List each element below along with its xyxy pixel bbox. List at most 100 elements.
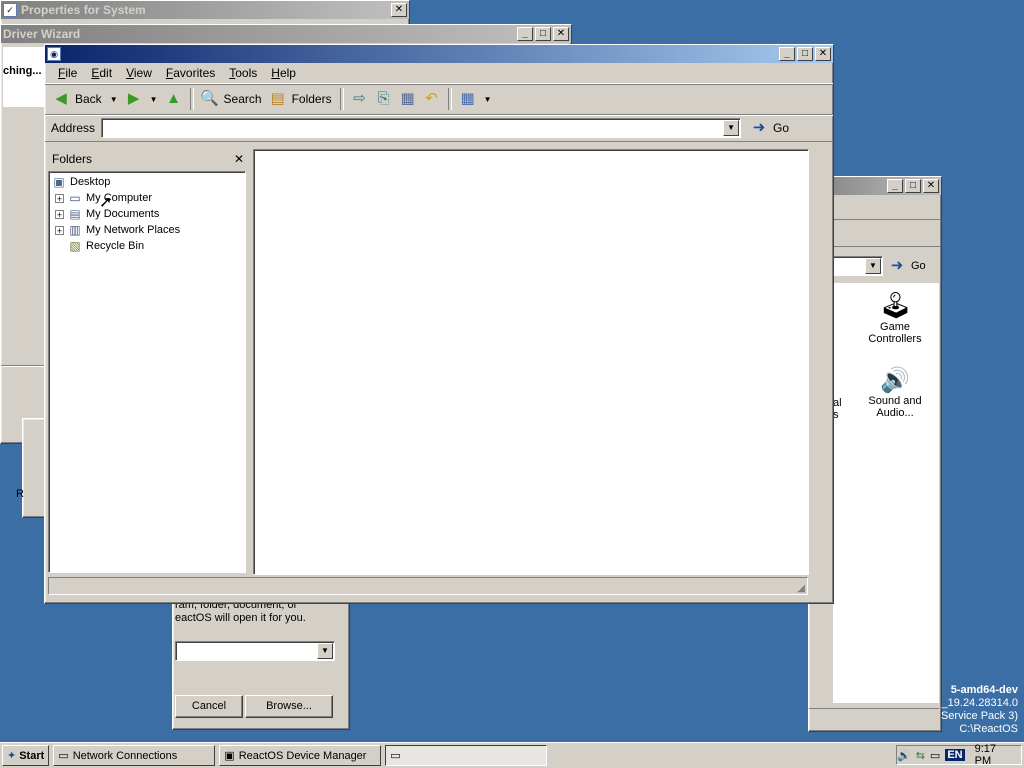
driver-wizard-maximize-button[interactable]: □	[535, 27, 551, 41]
volume-icon[interactable]: 🔊	[897, 749, 911, 762]
network-tray-icon[interactable]: ⇆	[916, 749, 925, 762]
back-button[interactable]: ◀ Back	[51, 89, 102, 109]
browse-button[interactable]: Browse...	[245, 695, 333, 718]
back-label: Back	[75, 92, 102, 106]
status-bar: ◢	[48, 577, 808, 595]
control-panel-content: 🕹 Game Controllers 🔊 Sound and Audio... …	[833, 283, 939, 703]
tree-item-recycle-bin[interactable]: ▧ Recycle Bin	[67, 238, 144, 254]
tree-label: My Documents	[86, 208, 160, 220]
driver-wizard-close-button[interactable]: ✕	[553, 27, 569, 41]
go-label[interactable]: Go	[773, 121, 789, 135]
explorer-minimize-button[interactable]: _	[779, 47, 795, 61]
taskbar: ✦ Start ▭ Network Connections ▣ ReactOS …	[0, 742, 1024, 768]
toolbar-separator	[189, 88, 194, 110]
taskbar-device-manager[interactable]: ▣ ReactOS Device Manager	[219, 745, 382, 766]
toolbar-separator	[447, 88, 452, 110]
folders-label: Folders	[291, 92, 332, 106]
move-to-icon[interactable]: ⇨	[350, 89, 370, 109]
explorer-close-button[interactable]: ✕	[815, 47, 831, 61]
start-label: Start	[19, 749, 45, 762]
language-indicator[interactable]: EN	[945, 749, 965, 761]
copy-to-icon[interactable]: ⎘	[374, 89, 394, 109]
forward-dropdown-icon[interactable]: ▼	[150, 95, 158, 104]
explorer-window-icon: ◉	[47, 47, 61, 61]
control-panel-statusbar	[809, 708, 939, 727]
taskbar-button-label: ReactOS Device Manager	[238, 749, 367, 762]
folder-tree: ▣ Desktop + ▭ My Computer + ▤ My Documen…	[48, 171, 246, 573]
content-pane[interactable]	[253, 149, 809, 575]
undo-icon[interactable]: ↶	[422, 89, 442, 109]
control-panel-address-dropdown[interactable]: ▼	[865, 258, 881, 274]
resize-grip-icon[interactable]: ◢	[797, 583, 805, 594]
speaker-icon: 🔊	[880, 367, 910, 394]
back-arrow-icon: ◀	[55, 90, 67, 107]
network-icon: ▥	[69, 223, 81, 237]
game-controllers-label-2: Controllers	[868, 333, 922, 345]
expand-icon[interactable]: +	[55, 209, 64, 219]
search-icon: 🔍	[200, 90, 219, 107]
search-button[interactable]: 🔍 Search	[200, 89, 262, 109]
sound-audio-label-1: Sound and	[868, 395, 922, 407]
cancel-button[interactable]: Cancel	[175, 695, 243, 718]
expand-icon[interactable]: +	[55, 193, 64, 203]
driver-wizard-minimize-button[interactable]: _	[517, 27, 533, 41]
control-panel-minimize-button[interactable]: _	[887, 179, 903, 193]
up-arrow-icon[interactable]: ▲	[164, 89, 184, 109]
game-controllers-label-1: Game	[880, 321, 910, 333]
folders-button[interactable]: ▤ Folders	[268, 89, 332, 109]
menu-help[interactable]: Help	[264, 66, 303, 80]
explorer-toolbar: ◀ Back ▼ ▶ ▼ ▲ 🔍 Search ▤ Folders ⇨ ⎘ ▦ …	[45, 84, 833, 115]
tree-label: Recycle Bin	[86, 240, 145, 252]
control-panel-close-button[interactable]: ✕	[923, 179, 939, 193]
computer-icon: ▭	[69, 191, 81, 205]
control-panel-maximize-button[interactable]: □	[905, 179, 921, 193]
address-dropdown-button[interactable]: ▼	[723, 120, 740, 136]
partial-label-1: al	[833, 397, 842, 409]
safely-remove-icon[interactable]: ▭	[930, 749, 940, 762]
tree-item-network-places[interactable]: + ▥ My Network Places	[55, 222, 180, 238]
open-dialog-input[interactable]: ▼	[175, 641, 335, 661]
clock[interactable]: 9:17 PM	[975, 743, 1013, 767]
folders-pane-header: Folders ✕	[48, 149, 248, 169]
open-dialog-text-2: eactOS will open it for you.	[175, 612, 306, 624]
properties-close-button[interactable]: ✕	[391, 3, 407, 17]
menu-tools[interactable]: Tools	[222, 66, 264, 80]
search-label: Search	[223, 92, 262, 106]
explorer-titlebar[interactable]: ◉ _ □ ✕	[45, 45, 833, 63]
close-icon[interactable]: ✕	[234, 152, 244, 166]
back-dropdown-icon[interactable]: ▼	[110, 95, 118, 104]
control-panel-item[interactable]: 🕹 Game Controllers	[863, 289, 927, 345]
sound-audio-label-2: Audio...	[876, 407, 914, 419]
go-arrow-icon[interactable]: ➜	[887, 256, 907, 276]
views-dropdown-icon[interactable]: ▼	[484, 95, 492, 104]
tree-label: My Computer	[86, 192, 153, 204]
build-info-line-2: _19.24.28314.0	[941, 697, 1018, 709]
tree-item-desktop[interactable]: ▣ Desktop	[51, 174, 110, 190]
window-icon: ▭	[390, 750, 401, 762]
menu-file[interactable]: File	[51, 66, 84, 80]
control-panel-item[interactable]: 🔊 Sound and Audio...	[863, 367, 927, 419]
menu-view[interactable]: View	[119, 66, 159, 80]
desktop-build-info: 5-amd64-dev _19.24.28314.0 Service Pack …	[941, 684, 1018, 736]
go-arrow-icon[interactable]: ➜	[749, 118, 769, 138]
build-info-line-4: C:\ReactOS	[959, 723, 1018, 735]
driver-wizard-titlebar[interactable]: Driver Wizard _ □ ✕	[1, 25, 571, 43]
delete-icon[interactable]: ▦	[398, 89, 418, 109]
explorer-maximize-button[interactable]: □	[797, 47, 813, 61]
address-input[interactable]: ▼	[101, 118, 742, 138]
taskbar-explorer[interactable]: ▭	[385, 745, 548, 766]
start-button[interactable]: ✦ Start	[2, 745, 50, 766]
taskbar-network-connections[interactable]: ▭ Network Connections	[53, 745, 216, 766]
menu-edit[interactable]: Edit	[84, 66, 119, 80]
system-tray: 🔊 ⇆ ▭ EN 9:17 PM	[896, 743, 1022, 767]
folders-icon: ▤	[270, 90, 285, 107]
address-label: Address	[51, 121, 96, 135]
forward-arrow-icon[interactable]: ▶	[124, 89, 144, 109]
control-panel-go-label[interactable]: Go	[911, 260, 926, 272]
views-icon[interactable]: ▦	[458, 89, 478, 109]
toolbar-separator	[339, 88, 344, 110]
menu-favorites[interactable]: Favorites	[159, 66, 222, 80]
properties-titlebar[interactable]: ✓ Properties for System ✕	[1, 1, 409, 19]
open-dialog-dropdown-button[interactable]: ▼	[317, 643, 333, 659]
expand-icon[interactable]: +	[55, 225, 64, 235]
